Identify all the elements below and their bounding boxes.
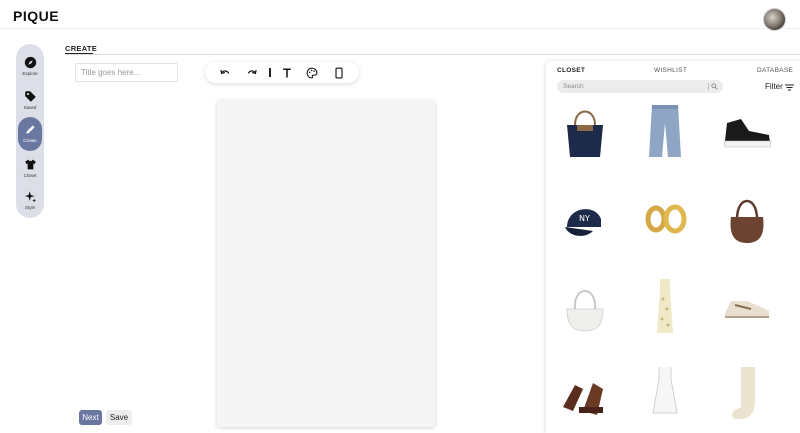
jeans-image bbox=[649, 105, 681, 157]
compass-icon bbox=[24, 56, 36, 69]
closet-item-black-high-top-sneaker[interactable] bbox=[717, 101, 777, 163]
color-button[interactable] bbox=[304, 65, 320, 80]
pencil-icon bbox=[25, 125, 35, 134]
nav-item-label: Style bbox=[24, 205, 35, 210]
nav-item-saved[interactable]: Saved bbox=[16, 84, 44, 118]
editor-toolbar bbox=[205, 62, 359, 83]
nav-item-explore[interactable]: Explore bbox=[16, 50, 44, 84]
search-input[interactable] bbox=[557, 80, 723, 93]
undo-button[interactable] bbox=[217, 65, 233, 80]
tab-wishlist[interactable]: WISHLIST bbox=[654, 67, 687, 74]
undo-icon bbox=[220, 69, 230, 74]
tab-database[interactable]: DATABASE bbox=[757, 67, 793, 74]
sandals-image bbox=[563, 383, 603, 415]
save-button[interactable]: Save bbox=[106, 410, 132, 425]
search-icon[interactable] bbox=[711, 83, 718, 90]
redo-button[interactable] bbox=[244, 65, 260, 80]
toolbar-divider bbox=[269, 68, 271, 77]
knit-sock-image bbox=[732, 367, 755, 419]
closet-item-gold-hoops[interactable] bbox=[635, 189, 695, 251]
closet-item-platform-sandals[interactable] bbox=[555, 363, 615, 425]
text-icon bbox=[283, 68, 291, 77]
app-logo[interactable]: PIQUE bbox=[13, 8, 59, 24]
mini-dress-image bbox=[652, 367, 678, 414]
nav-item-create[interactable]: Create bbox=[18, 117, 42, 151]
item-panel: CLOSET WISHLIST DATABASE Filter bbox=[546, 61, 800, 433]
filter-icon[interactable] bbox=[785, 84, 794, 91]
design-canvas[interactable] bbox=[217, 100, 435, 427]
nav-item-label: Closet bbox=[23, 173, 37, 178]
running-sneakers-image bbox=[725, 301, 769, 318]
nav-item-label: Explore bbox=[22, 71, 38, 76]
shoulder-bag-image bbox=[566, 290, 604, 332]
avatar[interactable] bbox=[763, 8, 786, 31]
nav-item-style[interactable]: Style bbox=[16, 184, 44, 218]
side-nav: Explore Saved Create Closet Style bbox=[16, 44, 44, 218]
baseball-cap-image: NY bbox=[565, 209, 601, 236]
closet-item-white-mini-dress[interactable] bbox=[635, 363, 695, 425]
title-input[interactable] bbox=[75, 63, 178, 82]
nav-item-label: Create bbox=[23, 138, 37, 143]
tote-bag-image bbox=[567, 110, 603, 157]
hobo-bag-image bbox=[730, 199, 764, 243]
sparkle-icon bbox=[24, 191, 36, 203]
closet-item-cream-sneakers[interactable] bbox=[717, 275, 777, 337]
filter-button[interactable]: Filter bbox=[765, 82, 783, 91]
closet-item-floral-dress[interactable] bbox=[635, 275, 695, 337]
closet-item-navy-tote-bag[interactable] bbox=[555, 101, 615, 163]
next-button[interactable]: Next bbox=[79, 410, 102, 425]
sneaker-image bbox=[723, 119, 772, 148]
header-divider bbox=[0, 28, 800, 29]
tab-closet[interactable]: CLOSET bbox=[557, 67, 585, 74]
palette-icon bbox=[306, 67, 318, 78]
nav-item-label: Saved bbox=[23, 105, 37, 110]
tab-divider bbox=[65, 54, 800, 55]
text-button[interactable] bbox=[279, 65, 295, 80]
closet-item-wide-leg-jeans[interactable] bbox=[635, 101, 695, 163]
nav-item-closet[interactable]: Closet bbox=[16, 152, 44, 186]
closet-item-brown-hobo-bag[interactable] bbox=[717, 189, 777, 251]
svg-text:NY: NY bbox=[579, 214, 590, 223]
search-divider bbox=[708, 83, 709, 90]
aspect-ratio-icon bbox=[335, 67, 343, 78]
earrings-image bbox=[645, 204, 687, 234]
shirt-icon bbox=[24, 159, 36, 170]
app-root: PIQUE Explore Saved Create Closet Style … bbox=[0, 0, 800, 433]
closet-item-knit-sock[interactable] bbox=[717, 363, 777, 425]
redo-icon bbox=[247, 69, 257, 74]
closet-item-white-shoulder-bag[interactable] bbox=[555, 275, 615, 337]
tag-icon bbox=[24, 91, 36, 102]
tab-create[interactable]: CREATE bbox=[65, 44, 97, 53]
slip-dress-image bbox=[657, 279, 673, 333]
closet-item-navy-cap[interactable]: NY bbox=[555, 189, 615, 251]
aspect-ratio-button[interactable] bbox=[331, 65, 347, 80]
